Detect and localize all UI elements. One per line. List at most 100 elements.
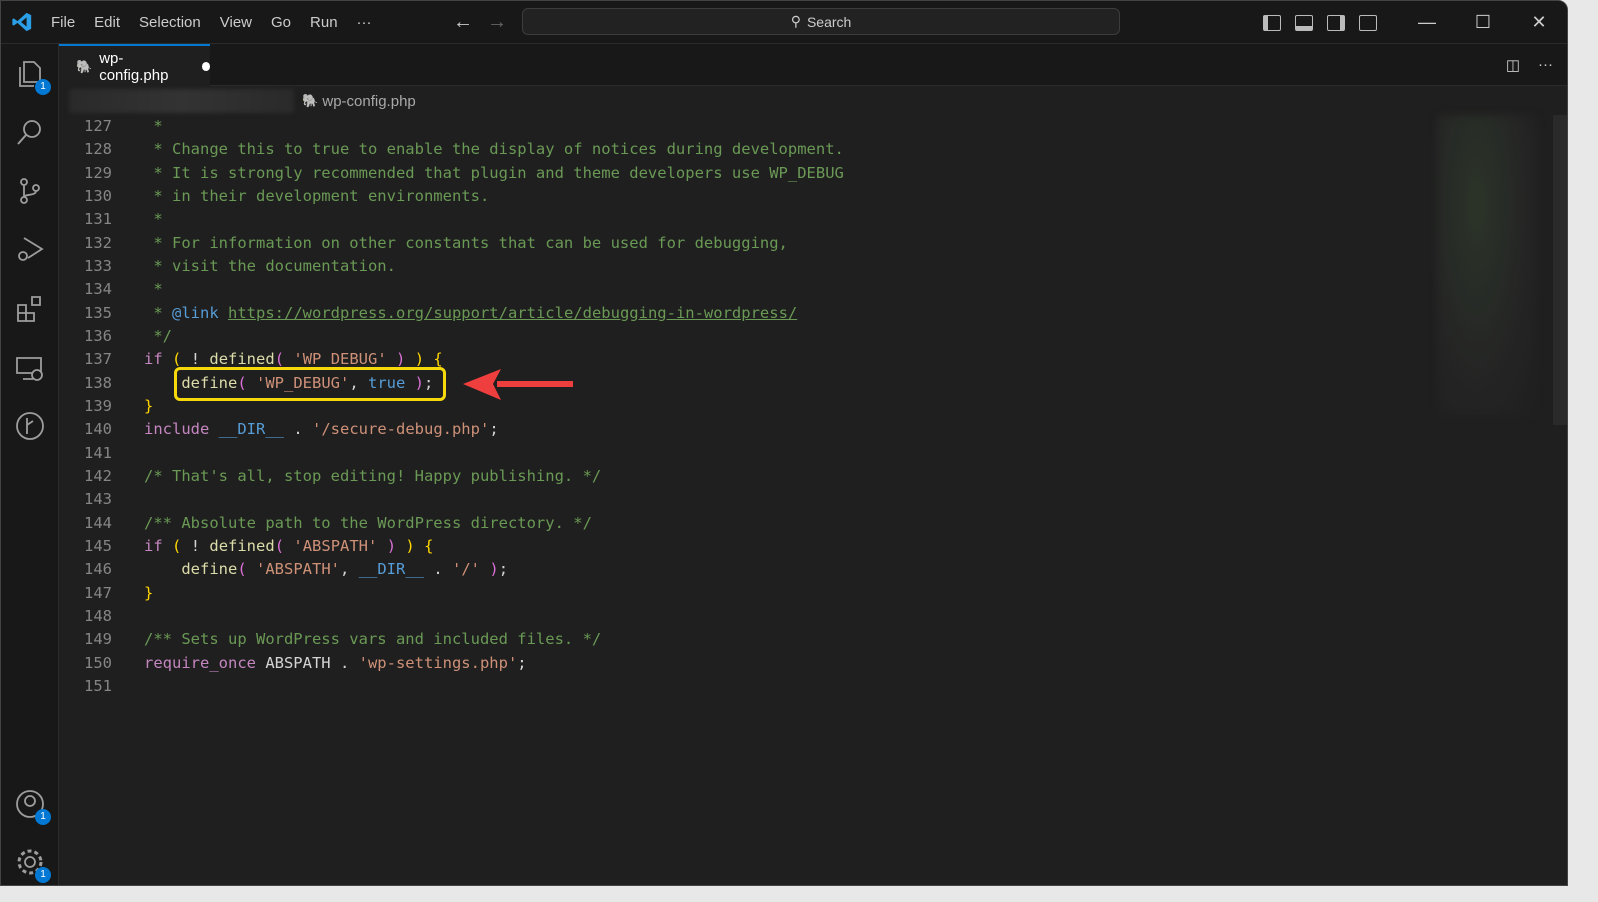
source-control-icon[interactable] [15,176,45,206]
code-token: */ [144,326,172,345]
code-line[interactable]: 139} [59,395,153,418]
vscode-window: File Edit Selection View Go Run ··· ← → ⚲ Search… [0,0,1568,886]
code-text: define( 'ABSPATH', __DIR__ . '/' ); [144,558,508,581]
line-number: 132 [84,233,112,252]
code-token: ) [396,350,406,369]
code-line[interactable]: 143 [59,488,112,511]
minimap[interactable] [1437,115,1537,415]
code-token: * It is strongly recommended that plugin… [144,163,844,182]
menu-more[interactable]: ··· [357,14,372,31]
code-text: /* That's all, stop editing! Happy publi… [144,465,601,488]
run-debug-icon[interactable] [15,234,45,264]
menu-file[interactable]: File [51,14,75,31]
code-line[interactable]: 148 [59,605,112,628]
code-line[interactable]: 131 * [59,208,163,231]
code-token: ; [517,653,527,672]
code-line[interactable]: 147} [59,582,153,605]
code-line[interactable]: 127 * [59,115,163,138]
code-line[interactable]: 140 include __DIR__ . '/secure-debug.php'… [59,418,499,441]
code-token: * visit the documentation. [144,256,396,275]
back-arrow-icon[interactable]: ← [453,11,473,33]
line-number: 150 [84,653,112,672]
code-line[interactable]: 144 /** Absolute path to the WordPress di… [59,512,592,535]
code-line[interactable]: 132 * For information on other constants… [59,232,788,255]
menu-selection[interactable]: Selection [139,14,201,31]
toggle-panel-icon[interactable] [1295,14,1313,31]
menu-edit[interactable]: Edit [94,14,120,31]
minimize-button[interactable]: — [1399,12,1455,33]
code-line[interactable]: 142 /* That's all, stop editing! Happy pu… [59,465,601,488]
tab-wp-config[interactable]: 🐘 wp-config.php [59,44,210,87]
git-graph-icon[interactable] [15,411,45,441]
customize-layout-icon[interactable] [1359,14,1377,31]
line-number: 148 [84,606,112,625]
extensions-icon[interactable] [15,294,45,324]
code-line[interactable]: 138 define( 'WP_DEBUG', true ); [59,372,433,395]
documentation-link[interactable]: https://wordpress.org/support/article/de… [228,304,797,322]
code-line[interactable]: 130 * in their development environments. [59,185,489,208]
code-line[interactable]: 134 * [59,278,163,301]
code-line[interactable]: 137 if ( ! defined( 'WP_DEBUG' ) ) { [59,348,443,371]
code-line[interactable]: 146 define( 'ABSPATH', __DIR__ . '/' ); [59,558,508,581]
code-token: * in their development environments. [144,186,490,205]
highlight-box [174,367,446,401]
menu-run[interactable]: Run [310,14,338,31]
code-token: ! [181,350,210,369]
code-token: { [424,536,434,555]
code-token: define [181,560,238,579]
code-line[interactable]: 150 require_once ABSPATH . 'wp-settings.p… [59,652,527,675]
code-line[interactable]: 133 * visit the documentation. [59,255,396,278]
code-token: ( [237,560,247,579]
breadcrumb-file[interactable]: wp-config.php [322,93,415,110]
toggle-primary-sidebar-icon[interactable] [1263,14,1281,31]
code-line[interactable]: 135 * @link https://wordpress.org/suppor… [59,302,797,325]
code-line[interactable]: 136 */ [59,325,172,348]
maximize-button[interactable]: ☐ [1455,12,1511,33]
settings-gear-icon[interactable]: 1 [15,847,51,883]
code-text: * visit the documentation. [144,255,396,278]
code-token: ) [489,560,499,579]
code-token: ) [414,350,425,369]
code-token: * [144,210,163,229]
menu-go[interactable]: Go [271,14,291,31]
line-number: 130 [84,186,112,205]
scrollbar[interactable] [1553,115,1567,425]
code-token: 'ABSPATH' [284,536,387,555]
accounts-badge: 1 [35,809,51,825]
search-box[interactable]: ⚲ Search [522,8,1120,35]
line-number: 131 [84,210,112,229]
remote-explorer-icon[interactable] [15,354,45,384]
unsaved-dot-icon[interactable] [201,62,210,71]
code-token: '/' [452,560,480,579]
forward-arrow-icon[interactable]: → [487,11,507,33]
close-button[interactable]: ✕ [1511,12,1567,33]
line-number: 137 [84,350,112,369]
explorer-icon[interactable]: 1 [15,59,51,95]
line-number: 129 [84,163,112,182]
menu-view[interactable]: View [220,14,252,31]
code-text: } [144,395,153,418]
split-editor-icon[interactable]: ◫ [1506,56,1520,74]
code-line[interactable]: 151 [59,675,112,698]
accounts-icon[interactable]: 1 [15,789,51,825]
code-token: __DIR__ [358,560,424,579]
code-line[interactable]: 149 /** Sets up WordPress vars and includ… [59,628,601,651]
code-token: ( [172,350,182,369]
toggle-secondary-sidebar-icon[interactable] [1327,14,1345,31]
code-line[interactable]: 141 [59,442,112,465]
code-editor[interactable]: 127 * 128 * Change this to true to enable… [59,115,1567,885]
search-icon[interactable] [15,117,45,147]
line-number: 136 [84,326,112,345]
code-text: include __DIR__ . '/secure-debug.php'; [144,418,499,441]
more-actions-icon[interactable]: ··· [1538,56,1553,74]
code-line[interactable]: 128 * Change this to true to enable the … [59,138,844,161]
code-line[interactable]: 129 * It is strongly recommended that pl… [59,162,844,185]
code-line[interactable]: 145 if ( ! defined( 'ABSPATH' ) ) { [59,535,433,558]
code-token: defined [209,536,275,555]
